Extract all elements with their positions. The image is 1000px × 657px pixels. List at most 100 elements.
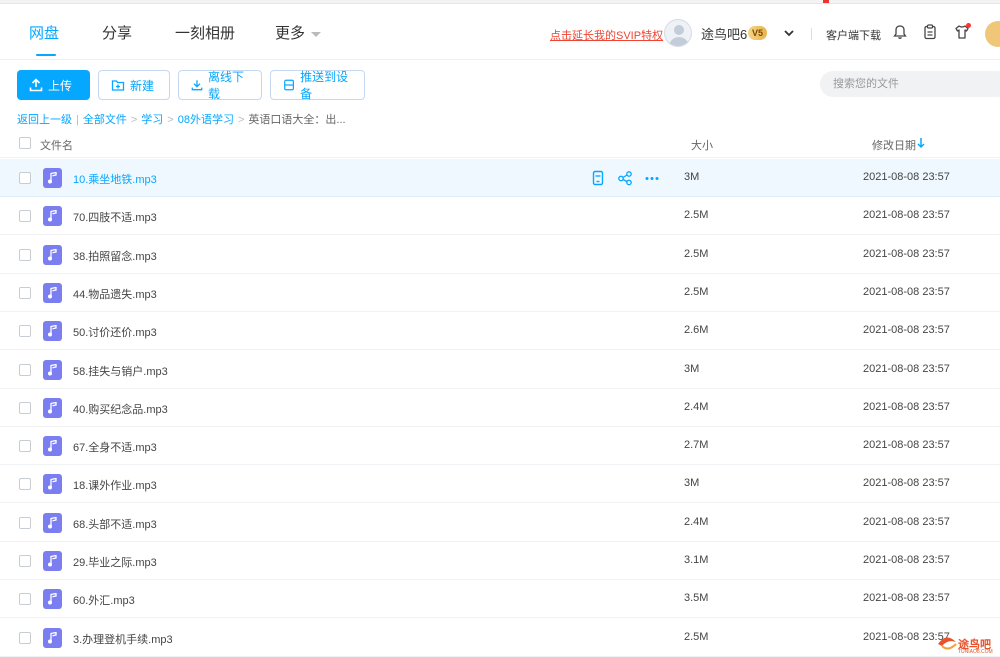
table-row[interactable]: 58.挂失与销户.mp3 3M 2021-08-08 23:57	[0, 351, 1000, 389]
table-row[interactable]: 38.拍照留念.mp3 2.5M 2021-08-08 23:57	[0, 236, 1000, 274]
file-name[interactable]: 68.头部不适.mp3	[73, 516, 157, 532]
user-menu-chevron-icon[interactable]	[782, 26, 796, 40]
avatar[interactable]	[664, 19, 692, 47]
table-row[interactable]: 29.毕业之际.mp3 3.1M 2021-08-08 23:57	[0, 542, 1000, 580]
client-download-link[interactable]: 客户端下载	[826, 27, 881, 43]
file-name[interactable]: 29.毕业之际.mp3	[73, 554, 157, 570]
file-name[interactable]: 38.拍照留念.mp3	[73, 248, 157, 264]
row-checkbox[interactable]	[19, 325, 31, 338]
file-name[interactable]: 18.课外作业.mp3	[73, 477, 157, 493]
file-name[interactable]: 10.乘坐地铁.mp3	[73, 171, 157, 187]
nav-tab-share[interactable]: 分享	[102, 22, 132, 43]
file-date: 2021-08-08 23:57	[863, 362, 950, 375]
row-checkbox[interactable]	[19, 478, 31, 491]
file-name[interactable]: 67.全身不适.mp3	[73, 439, 157, 455]
file-size: 2.4M	[684, 400, 709, 413]
breadcrumb-current: 英语口语大全：出...	[248, 114, 346, 126]
offline-download-button[interactable]: 离线下载	[178, 70, 262, 101]
table-row[interactable]: 10.乘坐地铁.mp3 3M 2021-08-08 23:57	[0, 159, 1000, 197]
column-name-header[interactable]: 文件名	[40, 137, 73, 153]
row-checkbox[interactable]	[19, 248, 31, 261]
row-checkbox[interactable]	[19, 363, 31, 376]
column-date-header[interactable]: 修改日期	[872, 137, 916, 153]
file-name[interactable]: 3.办理登机手续.mp3	[73, 631, 173, 647]
watermark-subtext: TUNIAO8.COM	[958, 649, 993, 655]
file-date: 2021-08-08 23:57	[863, 439, 950, 452]
upload-label: 上传	[48, 78, 73, 93]
row-checkbox[interactable]	[19, 286, 31, 299]
sort-desc-icon[interactable]	[916, 137, 926, 149]
file-size: 2.5M	[684, 285, 709, 298]
table-row[interactable]: 40.购买纪念品.mp3 2.4M 2021-08-08 23:57	[0, 389, 1000, 427]
select-all-checkbox[interactable]	[19, 137, 31, 149]
offline-download-label: 离线下载	[207, 70, 244, 101]
nav-tab-album[interactable]: 一刻相册	[175, 22, 235, 43]
file-name[interactable]: 40.购买纪念品.mp3	[73, 401, 168, 417]
top-header: 网盘 分享 一刻相册 更多 点击延长我的SVIP特权 途鸟吧6 V5 客户端下载	[0, 4, 1000, 60]
row-checkbox[interactable]	[19, 172, 31, 184]
file-date: 2021-08-08 23:57	[863, 209, 950, 222]
file-size: 2.7M	[684, 439, 709, 452]
bell-icon[interactable]	[891, 23, 909, 41]
table-row[interactable]: 60.外汇.mp3 3.5M 2021-08-08 23:57	[0, 580, 1000, 619]
row-checkbox[interactable]	[19, 631, 31, 644]
search-input[interactable]: 搜索您的文件	[820, 71, 1000, 97]
row-checkbox[interactable]	[19, 555, 31, 567]
file-size: 3M	[684, 362, 700, 375]
row-checkbox[interactable]	[19, 401, 31, 414]
table-row[interactable]: 68.头部不适.mp3 2.4M 2021-08-08 23:57	[0, 504, 1000, 542]
table-row[interactable]: 44.物品遗失.mp3 2.5M 2021-08-08 23:57	[0, 274, 1000, 312]
svip-renew-link[interactable]: 点击延长我的SVIP特权	[550, 27, 663, 43]
row-checkbox[interactable]	[19, 516, 31, 529]
file-date: 2021-08-08 23:57	[863, 171, 950, 183]
nav-active-underline	[36, 54, 56, 56]
breadcrumb-language[interactable]: 08外语学习	[178, 114, 234, 126]
row-checkbox[interactable]	[19, 440, 31, 453]
user-center-icon[interactable]	[985, 21, 1000, 47]
upload-button[interactable]: 上传	[17, 70, 90, 100]
column-size-header[interactable]: 大小	[691, 137, 713, 153]
new-button[interactable]: 新建	[98, 70, 170, 100]
more-options-icon[interactable]	[644, 170, 660, 186]
vip-level: 5	[758, 28, 764, 38]
chevron-down-icon	[311, 31, 322, 37]
table-row[interactable]: 50.讨价还价.mp3 2.6M 2021-08-08 23:57	[0, 312, 1000, 351]
file-date: 2021-08-08 23:57	[863, 324, 950, 337]
file-name[interactable]: 58.挂失与销户.mp3	[73, 363, 168, 379]
file-date: 2021-08-08 23:57	[863, 285, 950, 298]
file-date: 2021-08-08 23:57	[863, 554, 950, 566]
breadcrumb-back[interactable]: 返回上一级	[17, 114, 72, 126]
file-size: 3M	[684, 477, 700, 490]
breadcrumb-study[interactable]: 学习	[141, 114, 163, 126]
table-row[interactable]: 67.全身不适.mp3 2.7M 2021-08-08 23:57	[0, 427, 1000, 466]
push-device-icon[interactable]	[590, 170, 606, 186]
username[interactable]: 途鸟吧6	[701, 24, 747, 43]
file-name[interactable]: 60.外汇.mp3	[73, 592, 135, 608]
file-name[interactable]: 44.物品遗失.mp3	[73, 286, 157, 302]
audio-file-icon	[43, 436, 62, 457]
file-size: 3.5M	[684, 592, 709, 605]
row-checkbox[interactable]	[19, 593, 31, 606]
file-table-header: 文件名 大小 修改日期	[0, 128, 1000, 158]
audio-file-icon	[43, 551, 62, 571]
nav-tab-more[interactable]: 更多	[275, 22, 322, 43]
audio-file-icon	[43, 244, 62, 265]
share-icon[interactable]	[617, 170, 633, 186]
push-to-device-button[interactable]: 推送到设备	[270, 70, 365, 101]
table-row[interactable]: 70.四肢不适.mp3 2.5M 2021-08-08 23:57	[0, 197, 1000, 236]
audio-file-icon	[43, 589, 62, 610]
breadcrumb-all-files[interactable]: 全部文件	[83, 114, 127, 126]
clipboard-icon[interactable]	[921, 23, 939, 41]
file-date: 2021-08-08 23:57	[863, 400, 950, 413]
download-icon	[191, 80, 203, 91]
push-to-device-label: 推送到设备	[300, 70, 349, 101]
file-name[interactable]: 50.讨价还价.mp3	[73, 324, 157, 340]
nav-tab-netdisk[interactable]: 网盘	[29, 22, 59, 43]
audio-file-icon	[43, 512, 62, 533]
row-checkbox[interactable]	[19, 210, 31, 223]
file-size: 2.4M	[684, 515, 709, 528]
new-folder-icon	[111, 80, 125, 91]
table-row[interactable]: 3.办理登机手续.mp3 2.5M 2021-08-08 23:57	[0, 619, 1000, 657]
table-row[interactable]: 18.课外作业.mp3 3M 2021-08-08 23:57	[0, 465, 1000, 504]
file-name[interactable]: 70.四肢不适.mp3	[73, 209, 157, 225]
